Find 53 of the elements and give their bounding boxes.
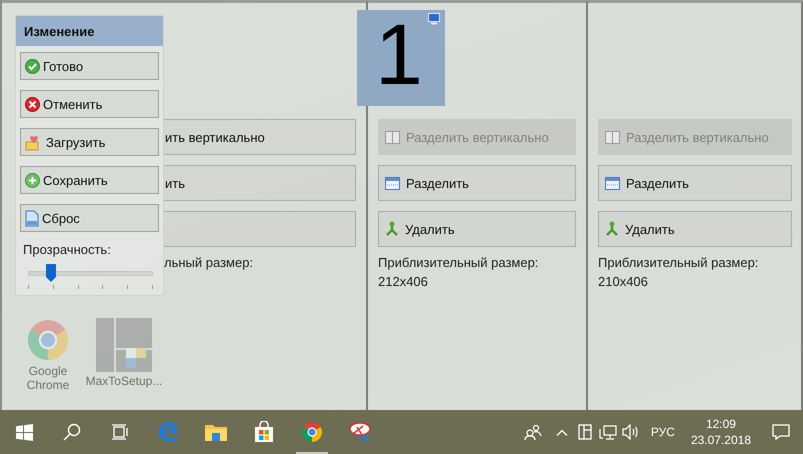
chrome-shortcut-icon bbox=[26, 318, 70, 362]
cancel-button[interactable]: Отменить bbox=[20, 90, 159, 118]
panels-icon bbox=[578, 424, 592, 440]
speaker-icon bbox=[622, 424, 640, 440]
check-icon bbox=[25, 58, 40, 74]
shopping-bag-icon bbox=[253, 421, 275, 443]
clock-time: 12:09 bbox=[706, 416, 736, 432]
cross-icon bbox=[25, 96, 40, 112]
panel-title: Изменение bbox=[16, 16, 163, 46]
slider-thumb[interactable] bbox=[46, 264, 56, 282]
delete-button[interactable]: Удалить bbox=[598, 211, 792, 247]
reset-button[interactable]: Сброс bbox=[20, 204, 159, 232]
monitor-number: 1 bbox=[375, 6, 423, 105]
shortcut-label: Google Chrome bbox=[26, 364, 70, 392]
document-icon bbox=[25, 210, 39, 226]
delete-button[interactable]: Удалить bbox=[378, 211, 576, 247]
split-vertical-button[interactable]: ить вертикально bbox=[164, 119, 356, 155]
split-vertical-icon bbox=[385, 130, 400, 144]
size-label: Приблизительный размер: bbox=[598, 255, 760, 270]
chevron-up-icon bbox=[556, 428, 568, 436]
folder-icon bbox=[204, 422, 228, 442]
edge-icon bbox=[157, 421, 179, 443]
monitor-icon bbox=[428, 13, 440, 25]
chrome-icon bbox=[301, 421, 323, 443]
window-grid-icon bbox=[96, 318, 152, 372]
plus-icon bbox=[25, 172, 40, 188]
size-value: 210x406 bbox=[598, 274, 649, 289]
language-indicator[interactable]: РУС bbox=[642, 425, 683, 439]
load-button[interactable]: Загрузить bbox=[20, 128, 159, 156]
clock-date: 23.07.2018 bbox=[690, 432, 751, 448]
network-icon bbox=[599, 424, 618, 440]
done-button[interactable]: Готово bbox=[20, 52, 159, 80]
save-button[interactable]: Сохранить bbox=[20, 166, 159, 194]
task-view-icon bbox=[111, 424, 129, 440]
split-icon bbox=[605, 176, 620, 190]
search-icon bbox=[63, 423, 81, 441]
shortcut-label: MaxToSetup... bbox=[86, 374, 162, 388]
size-value: 212x406 bbox=[378, 274, 429, 289]
tree-icon bbox=[385, 221, 399, 237]
scissors-icon bbox=[348, 421, 372, 443]
size-label: Приблизительный размер: bbox=[378, 255, 540, 270]
windows-logo-icon bbox=[16, 424, 32, 440]
people-icon bbox=[524, 424, 542, 440]
split-icon bbox=[385, 176, 400, 190]
tree-icon bbox=[605, 221, 619, 237]
split-button[interactable]: Разделить bbox=[598, 165, 792, 201]
split-vertical-icon bbox=[605, 130, 620, 144]
speech-bubble-icon bbox=[772, 424, 790, 440]
clock[interactable]: 12:09 23.07.2018 bbox=[682, 416, 759, 448]
opacity-label: Прозрачность: bbox=[23, 242, 112, 257]
split-button[interactable]: ить bbox=[164, 165, 356, 201]
split-button[interactable]: Разделить bbox=[378, 165, 576, 201]
size-label: льный размер: bbox=[164, 255, 254, 270]
